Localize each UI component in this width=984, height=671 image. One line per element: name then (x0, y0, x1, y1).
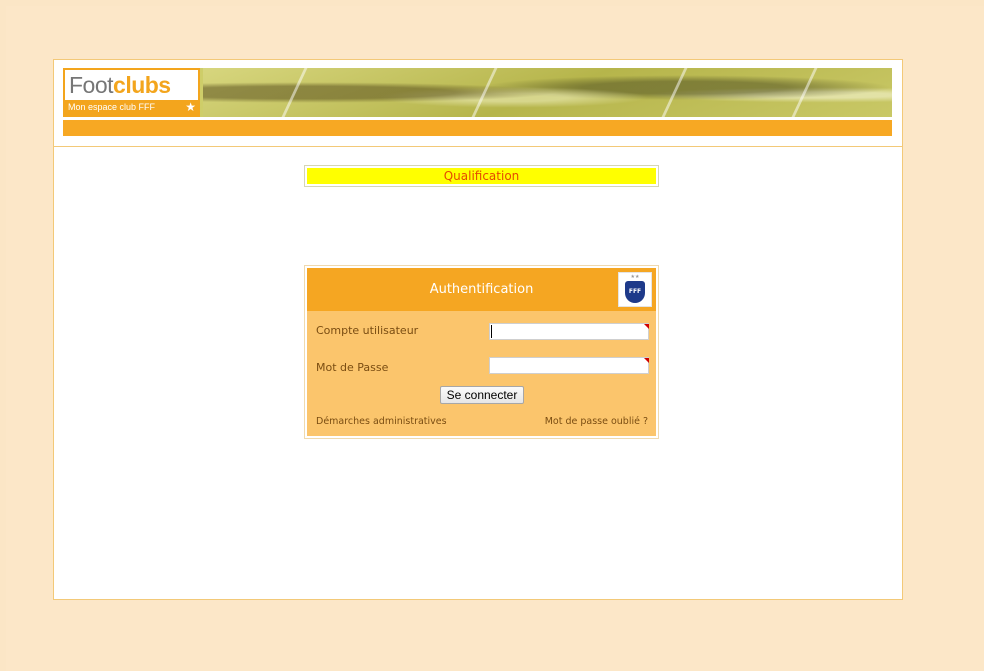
fff-federation-logo: ★★ FFF (618, 272, 652, 307)
logo-tagline-text: Mon espace club FFF (68, 102, 156, 112)
footclubs-logo[interactable]: Footclubs Mon espace club FFF ★ (63, 68, 200, 117)
banner-photo (203, 68, 892, 117)
qualification-label: Qualification (307, 168, 656, 184)
header-orange-bar (63, 120, 892, 136)
logo-part-foot: Foot (69, 72, 114, 98)
auth-panel-body: Authentification ★★ FFF Compte utilisate… (307, 268, 656, 436)
fff-shield-icon: FFF (625, 281, 645, 303)
logo-wordmark: Footclubs (69, 71, 171, 99)
password-label: Mot de Passe (316, 361, 389, 374)
auth-title: Authentification (429, 282, 534, 297)
login-button[interactable]: Se connecter (440, 386, 524, 404)
page-background: Footclubs Mon espace club FFF ★ Qualific… (0, 0, 984, 671)
required-marker-icon (644, 324, 649, 329)
text-cursor (491, 325, 492, 338)
header-divider (54, 146, 902, 147)
required-marker-icon (644, 358, 649, 363)
forgot-password-link[interactable]: Mot de passe oublié ? (545, 416, 648, 427)
username-label: Compte utilisateur (316, 324, 419, 337)
password-input[interactable] (489, 357, 649, 374)
header-banner: Footclubs Mon espace club FFF ★ (63, 68, 892, 117)
star-icon: ★ (185, 100, 196, 114)
qualification-banner: Qualification (304, 165, 659, 187)
auth-header: Authentification ★★ FFF (307, 268, 656, 311)
admin-procedures-link[interactable]: Démarches administratives (316, 416, 447, 427)
logo-part-clubs: clubs (113, 72, 171, 98)
stars-icon: ★★ (630, 274, 640, 280)
username-input[interactable] (489, 323, 649, 340)
auth-panel: Authentification ★★ FFF Compte utilisate… (304, 265, 659, 439)
logo-tagline: Mon espace club FFF ★ (65, 100, 198, 115)
main-container: Footclubs Mon espace club FFF ★ Qualific… (53, 59, 903, 600)
